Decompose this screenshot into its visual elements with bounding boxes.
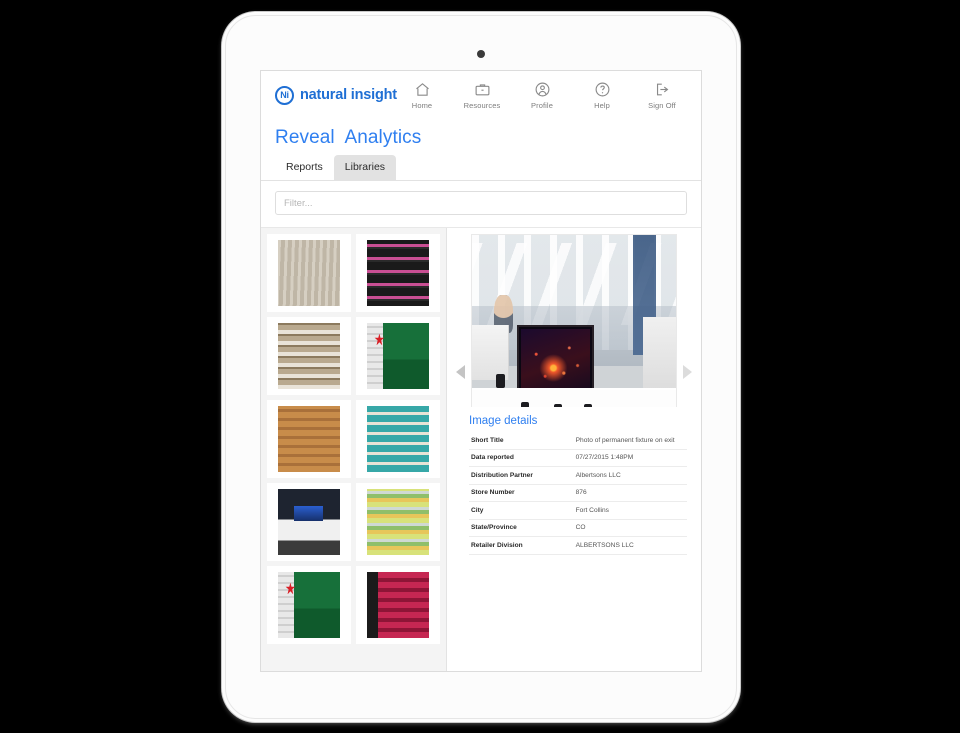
thumbnail-item[interactable] [356, 400, 440, 478]
image-details-heading: Image details [469, 415, 538, 427]
thumbnail-image [367, 572, 429, 638]
tablet-device-frame: Ni natural insight Home Resources Profil… [222, 12, 740, 722]
detail-value: CO [575, 524, 586, 532]
brand-name: natural insight [300, 87, 397, 103]
detail-key: Data reported [471, 454, 514, 462]
detail-value: 07/27/2015 1:48PM [575, 454, 634, 462]
nav-item-sign-off[interactable]: Sign Off [641, 81, 683, 110]
nav-label-help: Help [594, 100, 610, 110]
thumbnail-item[interactable] [267, 317, 351, 395]
thumbnail-panel[interactable] [261, 228, 447, 671]
nav-label-profile: Profile [531, 100, 553, 110]
nav-label-sign-off: Sign Off [648, 100, 676, 110]
table-row: Short Title Photo of permanent fixture o… [469, 432, 687, 450]
thumbnail-item[interactable] [267, 400, 351, 478]
thumbnail-image [367, 240, 429, 306]
detail-key: State/Province [471, 524, 517, 532]
detail-key: City [471, 506, 484, 514]
detail-key: Store Number [471, 489, 515, 497]
detail-value: Fort Collins [575, 506, 609, 514]
thumbnail-item[interactable] [356, 566, 440, 644]
thumbnail-item[interactable] [267, 566, 351, 644]
header-navigation: Home Resources Profile Help Sign Off [401, 81, 687, 110]
tab-reports[interactable]: Reports [275, 155, 334, 180]
table-row: Distribution Partner Albertsons LLC [469, 467, 687, 485]
thumbnail-item[interactable] [356, 317, 440, 395]
nav-item-home[interactable]: Home [401, 81, 443, 110]
thumbnail-item[interactable] [356, 483, 440, 561]
help-icon [594, 81, 611, 98]
thumbnail-item[interactable] [356, 234, 440, 312]
page-title: Reveal Analytics [275, 127, 422, 148]
tab-libraries[interactable]: Libraries [333, 155, 397, 180]
image-details-table: Short Title Photo of permanent fixture o… [469, 432, 687, 555]
profile-icon [534, 81, 551, 98]
sign-off-icon [654, 81, 671, 98]
detail-value: 876 [575, 489, 587, 497]
detail-key: Distribution Partner [471, 471, 533, 479]
tablet-camera-icon [477, 50, 485, 58]
triangle-left-icon[interactable] [455, 364, 467, 379]
home-icon [414, 81, 431, 98]
thumbnail-image [278, 406, 340, 472]
table-row: Data reported 07/27/2015 1:48PM [469, 449, 687, 467]
table-row: City Fort Collins [469, 502, 687, 520]
briefcase-icon [474, 81, 491, 98]
nav-item-resources[interactable]: Resources [461, 81, 503, 110]
thumbnail-image [367, 406, 429, 472]
nav-label-resources: Resources [463, 100, 501, 110]
detail-key: Short Title [471, 436, 504, 444]
thumbnail-image [278, 240, 340, 306]
brand-logo[interactable]: Ni natural insight [275, 85, 397, 105]
detail-value: Photo of permanent fixture on exit [575, 436, 675, 444]
natural-insight-logo-icon: Ni [275, 85, 294, 105]
table-row: Retailer Division ALBERTSONS LLC [469, 537, 687, 555]
nav-item-help[interactable]: Help [581, 81, 623, 110]
app-header: Ni natural insight Home Resources Profil… [261, 71, 701, 119]
filter-bar [261, 181, 701, 227]
triangle-right-icon[interactable] [681, 364, 693, 379]
detail-key: Retailer Division [471, 541, 523, 549]
nav-label-home: Home [411, 100, 433, 110]
detail-value: Albertsons LLC [575, 471, 621, 479]
tab-bar: Reports Libraries [261, 155, 701, 181]
thumbnail-image [278, 489, 340, 555]
table-row: State/Province CO [469, 519, 687, 537]
thumbnail-item[interactable] [267, 483, 351, 561]
image-details-section: Image details Short Title Photo of perma… [455, 407, 701, 671]
thumbnail-image [278, 572, 340, 638]
nav-item-profile[interactable]: Profile [521, 81, 563, 110]
application-viewport: Ni natural insight Home Resources Profil… [260, 70, 702, 672]
thumbnail-image [367, 323, 429, 389]
thumbnail-grid [267, 234, 440, 644]
table-row: Store Number 876 [469, 484, 687, 502]
thumbnail-image [367, 489, 429, 555]
thumbnail-item[interactable] [267, 234, 351, 312]
image-details-body: Short Title Photo of permanent fixture o… [469, 432, 687, 555]
thumbnail-image [278, 323, 340, 389]
detail-value: ALBERTSONS LLC [575, 541, 634, 549]
filter-input[interactable] [275, 191, 687, 215]
